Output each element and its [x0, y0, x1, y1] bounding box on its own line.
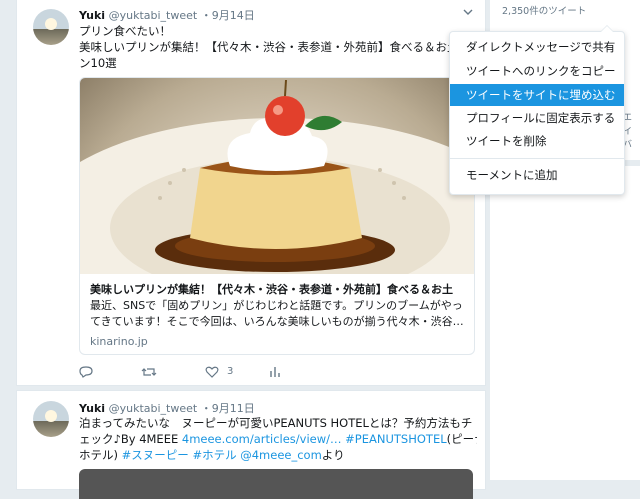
sidebar-peek-text: イバ	[623, 127, 633, 150]
retweet-icon[interactable]	[141, 365, 157, 381]
tweet-text-line: ン10選	[79, 56, 117, 70]
tweet-1[interactable]: Yuki @yuktabi_tweet ・9月14日 プリン食べたい！ 美味しい…	[16, 0, 486, 386]
card-description-line: 最近、SNSで「固めプリン」がじわじわと話題です。プリンのブームがやっ	[90, 299, 463, 312]
reply-icon[interactable]	[79, 365, 93, 381]
user-name[interactable]: Yuki	[79, 9, 105, 22]
tweet-text: 泊まってみたいな ヌーピーが可愛いPEANUTS HOTELとは？予約方法もチ …	[79, 415, 477, 463]
menu-item-pin-profile[interactable]: プロフィールに固定表示する	[450, 107, 624, 129]
tweet-date[interactable]: ・9月11日	[201, 402, 255, 415]
tweet-date[interactable]: ・9月14日	[201, 9, 255, 22]
user-handle[interactable]: @yuktabi_tweet	[109, 9, 198, 22]
menu-item-copy-link[interactable]: ツイートへのリンクをコピー	[450, 60, 624, 82]
tweet-hashtags[interactable]: #スヌーピー #ホテル @4meee_com	[122, 448, 322, 462]
menu-item-add-moment[interactable]: モーメントに追加	[450, 164, 624, 186]
avatar[interactable]	[33, 401, 69, 437]
tweet-text-line: 泊まってみたいな ヌーピーが可愛いPEANUTS HOTELとは？予約方法もチ	[79, 416, 473, 430]
link-card[interactable]: 美味しいプリンが集結！【代々木・渋谷・表参道・外苑前】食べる＆お土 最近、SNS…	[79, 77, 475, 355]
user-handle[interactable]: @yuktabi_tweet	[109, 402, 198, 415]
tweet-text-part: より	[321, 448, 345, 462]
tweet-actions-menu: ダイレクトメッセージで共有 ツイートへのリンクをコピー ツイートをサイトに埋め込…	[449, 25, 625, 195]
tweet-text-line: ホテル) #スヌーピー #ホテル @4meee_comより	[79, 447, 477, 463]
tweet-text-line: プリン食べたい！	[79, 24, 171, 38]
sidebar-card	[490, 166, 640, 480]
chevron-down-icon[interactable]	[463, 7, 473, 17]
tweet-2[interactable]: Yuki @yuktabi_tweet ・9月11日 泊まってみたいな ヌーピー…	[16, 390, 486, 499]
menu-item-embed-tweet[interactable]: ツイートをサイトに埋め込む	[450, 84, 624, 106]
card-title[interactable]: 美味しいプリンが集結！【代々木・渋谷・表参道・外苑前】食べる＆お土	[90, 282, 466, 298]
menu-item-delete[interactable]: ツイートを削除	[450, 130, 624, 152]
tweet-count[interactable]: 2,350件のツイート	[502, 3, 586, 17]
tweet-header: Yuki @yuktabi_tweet ・9月14日	[79, 7, 255, 23]
avatar[interactable]	[33, 9, 69, 45]
tweet-text: プリン食べたい！ 美味しいプリンが集結！【代々木・渋谷・表参道・外苑前】食べる＆…	[79, 23, 477, 71]
like-icon[interactable]	[205, 365, 219, 381]
card-domain: kinarino.jp	[90, 335, 148, 348]
timeline: Yuki @yuktabi_tweet ・9月14日 プリン食べたい！ 美味しい…	[16, 0, 486, 499]
card-description: 最近、SNSで「固めプリン」がじわじわと話題です。プリンのブームがやっ てきてい…	[90, 298, 466, 330]
tweet-text-part: ホテル)	[79, 448, 122, 462]
menu-item-share-dm[interactable]: ダイレクトメッセージで共有	[450, 36, 624, 58]
menu-divider	[450, 158, 624, 159]
like-count: 3	[227, 366, 234, 377]
card-description-line: てきています！そこで今回は、いろんな美味しいものが揃う代々木・渋谷…	[90, 315, 464, 328]
tweet-text-line: 美味しいプリンが集結！【代々木・渋谷・表参道・外苑前】食べる＆お土産	[79, 40, 470, 54]
tweet-header: Yuki @yuktabi_tweet ・9月11日	[79, 400, 255, 416]
media-preview[interactable]	[79, 469, 473, 499]
user-name[interactable]: Yuki	[79, 402, 105, 415]
analytics-icon[interactable]	[269, 365, 281, 381]
tweet-text-part: ェック♪By 4MEEE	[79, 432, 182, 446]
tweet-text-line: ェック♪By 4MEEE 4meee.com/articles/view/… #…	[79, 431, 477, 447]
card-body: 美味しいプリンが集結！【代々木・渋谷・表参道・外苑前】食べる＆お土 最近、SNS…	[90, 282, 466, 350]
tweet-text-part: (ピーナッツ	[446, 432, 477, 446]
card-image	[80, 78, 474, 274]
tweet-link[interactable]: 4meee.com/articles/view/… #PEANUTSHOTEL	[182, 432, 447, 446]
